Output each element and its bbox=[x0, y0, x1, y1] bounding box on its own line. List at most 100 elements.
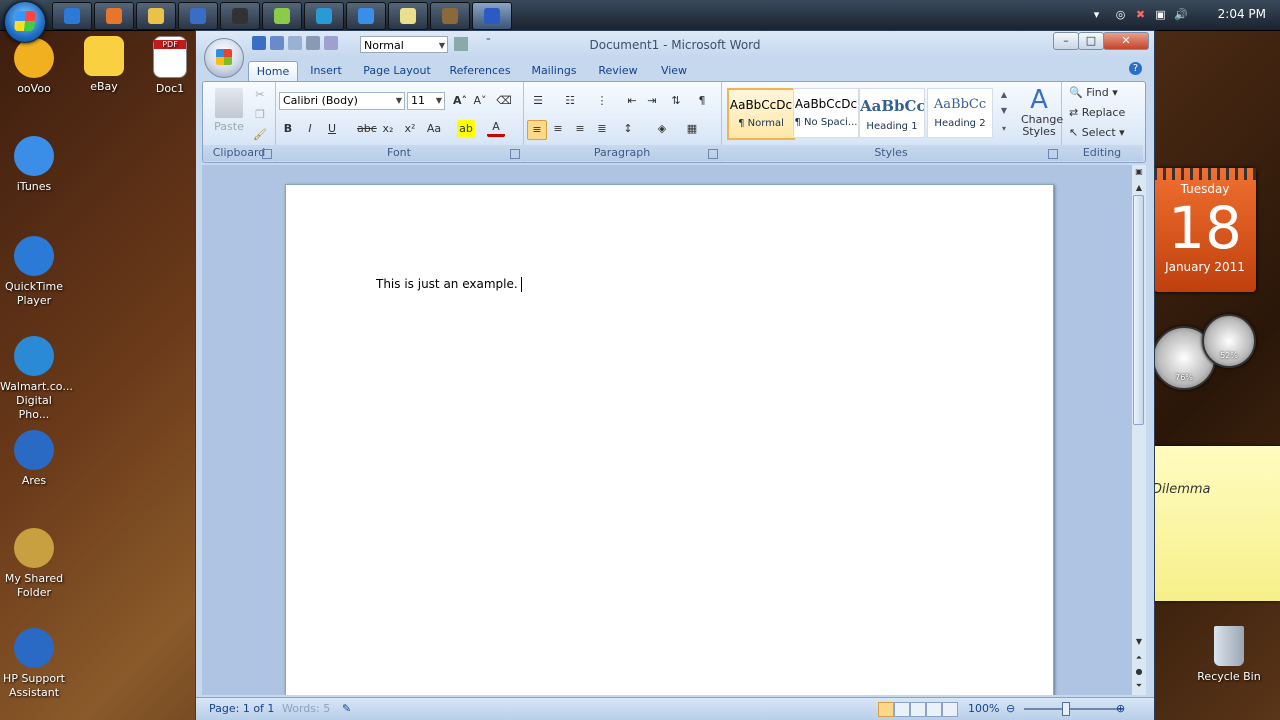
styles-more-icon[interactable]: ▾ bbox=[997, 120, 1011, 138]
tab-view[interactable]: View bbox=[656, 61, 692, 81]
highlight-icon[interactable]: ab bbox=[457, 120, 475, 138]
proofing-icon[interactable]: ✎ bbox=[342, 702, 351, 715]
align-right-icon[interactable]: ≡ bbox=[571, 120, 589, 138]
tab-insert[interactable]: Insert bbox=[306, 61, 346, 81]
underline-icon[interactable]: U bbox=[323, 120, 341, 138]
zoom-level[interactable]: 100% bbox=[968, 702, 999, 715]
desktop-icon-walmart-co-digital-pho[interactable]: Walmart.co... Digital Pho... bbox=[0, 336, 73, 422]
web-layout-view-icon[interactable] bbox=[910, 702, 926, 717]
taskbar-clock[interactable]: 2:04 PM bbox=[1218, 7, 1266, 21]
desktop-icon-itunes[interactable]: iTunes bbox=[0, 136, 68, 194]
borders-icon[interactable]: ▦ bbox=[683, 120, 701, 138]
outline-view-icon[interactable] bbox=[926, 702, 942, 717]
replace-button[interactable]: ⇄ Replace bbox=[1069, 104, 1139, 122]
styles-scroll-down-icon[interactable]: ▼ bbox=[997, 102, 1011, 120]
paragraph-launcher-icon[interactable] bbox=[708, 149, 718, 159]
style-tile-1[interactable]: AaBbCcDc ¶ No Spaci... bbox=[793, 88, 859, 138]
paste-icon[interactable] bbox=[215, 88, 243, 118]
cut-icon[interactable]: ✂ bbox=[251, 86, 269, 104]
font-launcher-icon[interactable] bbox=[510, 149, 520, 159]
clipboard-launcher-icon[interactable] bbox=[262, 149, 272, 159]
font-size-box[interactable]: 11 ▼ bbox=[407, 92, 445, 110]
copy-icon[interactable]: ❐ bbox=[251, 106, 269, 124]
document-text[interactable]: This is just an example. bbox=[376, 277, 522, 292]
taskbar-button-explorer[interactable] bbox=[136, 2, 176, 30]
font-color-icon[interactable]: A bbox=[487, 120, 505, 137]
select-browse-object-icon[interactable]: ● bbox=[1132, 667, 1146, 676]
strikethrough-icon[interactable]: abc bbox=[357, 120, 377, 138]
vertical-scrollbar[interactable]: ▣ ▲ ▼ ⏶ ● ⏷ bbox=[1132, 165, 1146, 695]
taskbar-button-firefox[interactable] bbox=[94, 2, 134, 30]
shrink-font-icon[interactable]: A˅ bbox=[471, 92, 489, 110]
paste-button[interactable]: Paste bbox=[209, 118, 249, 136]
tab-references[interactable]: References bbox=[448, 61, 512, 81]
page-count[interactable]: Page: 1 of 1 bbox=[209, 702, 274, 715]
taskbar-button-chat[interactable] bbox=[262, 2, 302, 30]
tab-mailings[interactable]: Mailings bbox=[528, 61, 580, 81]
increase-indent-icon[interactable]: ⇥ bbox=[643, 92, 661, 110]
align-center-icon[interactable]: ≡ bbox=[549, 120, 567, 138]
print-layout-view-icon[interactable] bbox=[878, 702, 894, 717]
scroll-up-icon[interactable]: ▲ bbox=[1132, 183, 1146, 192]
grow-font-icon[interactable]: A˄ bbox=[451, 92, 469, 110]
desktop-icon-oovoo[interactable]: ooVoo bbox=[0, 38, 68, 96]
tab-page-layout[interactable]: Page Layout bbox=[362, 61, 432, 81]
desktop-icon-quicktime-player[interactable]: QuickTime Player bbox=[0, 236, 68, 308]
shading-icon[interactable]: ◈ bbox=[653, 120, 671, 138]
tray-safely-remove-icon[interactable]: ▣ bbox=[1154, 8, 1167, 21]
taskbar-button-email[interactable] bbox=[178, 2, 218, 30]
select-button[interactable]: ↖ Select ▾ bbox=[1069, 124, 1139, 142]
scroll-down-icon[interactable]: ▼ bbox=[1132, 637, 1146, 646]
minimize-button[interactable]: – bbox=[1053, 32, 1079, 50]
scroll-thumb[interactable] bbox=[1133, 195, 1144, 425]
tray-arrow-icon[interactable]: ▾ bbox=[1090, 8, 1103, 21]
desktop-icon-hp-support-assistant[interactable]: HP Support Assistant bbox=[0, 628, 68, 700]
line-spacing-icon[interactable]: ↕ bbox=[619, 120, 637, 138]
ruler-toggle-icon[interactable]: ▣ bbox=[1132, 167, 1146, 176]
help-icon[interactable]: ? bbox=[1129, 62, 1142, 75]
taskbar-button-ie[interactable] bbox=[52, 2, 92, 30]
desktop-icon-doc1[interactable]: PDF Doc1 bbox=[140, 36, 200, 96]
desktop-icon-recycle-bin[interactable]: Recycle Bin bbox=[1196, 626, 1262, 683]
taskbar-button-media[interactable] bbox=[220, 2, 260, 30]
zoom-out-icon[interactable]: ⊖ bbox=[1006, 702, 1015, 715]
desktop-icon-ebay[interactable]: eBay bbox=[70, 36, 138, 94]
style-tile-2[interactable]: AaBbCc Heading 1 bbox=[859, 88, 925, 138]
taskbar-button-notes[interactable] bbox=[388, 2, 428, 30]
italic-icon[interactable]: I bbox=[301, 120, 319, 138]
desktop-icon-my-shared-folder[interactable]: My Shared Folder bbox=[0, 528, 68, 600]
word-count[interactable]: Words: 5 bbox=[282, 702, 330, 715]
previous-page-icon[interactable]: ⏶ bbox=[1132, 653, 1146, 663]
maximize-button[interactable]: □ bbox=[1078, 32, 1104, 50]
document-page[interactable]: This is just an example. bbox=[285, 184, 1054, 695]
taskbar-button-tool[interactable] bbox=[430, 2, 470, 30]
desktop-icon-ares[interactable]: Ares bbox=[0, 430, 68, 488]
format-painter-icon[interactable]: 🖌 bbox=[251, 126, 269, 144]
multilevel-list-icon[interactable]: ⋮ bbox=[593, 92, 611, 110]
superscript-icon[interactable]: x² bbox=[401, 120, 419, 138]
taskbar-button-ares[interactable] bbox=[304, 2, 344, 30]
tray-error-icon[interactable]: ✖ bbox=[1134, 8, 1147, 21]
zoom-slider[interactable] bbox=[1024, 708, 1124, 710]
bullets-icon[interactable]: ☰ bbox=[529, 92, 547, 110]
next-page-icon[interactable]: ⏷ bbox=[1132, 681, 1146, 691]
font-family-box[interactable]: Calibri (Body) ▼ bbox=[279, 92, 405, 110]
zoom-in-icon[interactable]: ⊕ bbox=[1116, 702, 1125, 715]
tray-volume-icon[interactable]: 🔊 bbox=[1174, 8, 1188, 21]
sticky-note-gadget[interactable]: Dilemma bbox=[1152, 446, 1280, 601]
change-case-icon[interactable]: Aa bbox=[425, 120, 443, 138]
tab-home[interactable]: Home bbox=[248, 61, 298, 82]
show-hide-icon[interactable]: ¶ bbox=[693, 92, 711, 110]
style-tile-3[interactable]: AaBbCc Heading 2 bbox=[927, 88, 993, 138]
numbering-icon[interactable]: ☷ bbox=[561, 92, 579, 110]
styles-launcher-icon[interactable] bbox=[1048, 149, 1058, 159]
taskbar-button-itunes[interactable] bbox=[346, 2, 386, 30]
start-button[interactable] bbox=[4, 1, 46, 43]
office-button[interactable] bbox=[204, 38, 244, 78]
taskbar-button-word[interactable] bbox=[472, 2, 512, 30]
tray-network-icon[interactable]: ◎ bbox=[1114, 8, 1127, 21]
decrease-indent-icon[interactable]: ⇤ bbox=[623, 92, 641, 110]
find-button[interactable]: 🔍 Find ▾ bbox=[1069, 84, 1139, 102]
full-screen-reading-view-icon[interactable] bbox=[894, 702, 910, 717]
zoom-slider-thumb[interactable] bbox=[1062, 702, 1070, 716]
